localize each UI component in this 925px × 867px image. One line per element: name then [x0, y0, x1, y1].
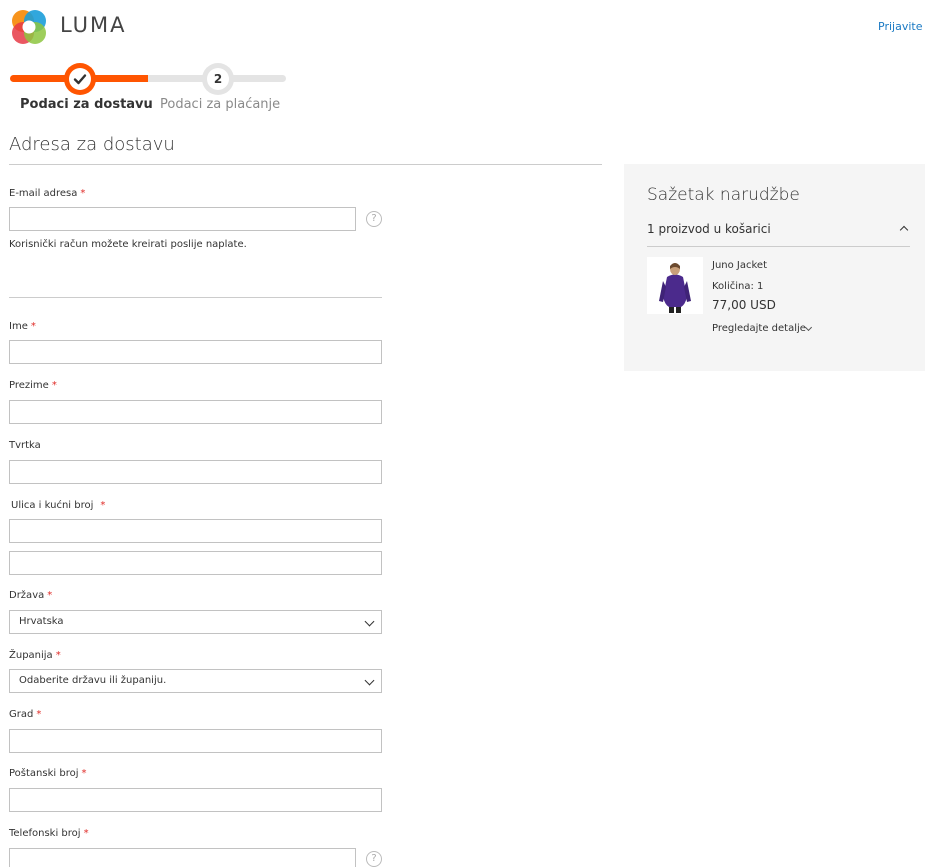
product-price: 77,00 USD [712, 298, 776, 312]
view-details-toggle[interactable]: Pregledajte detalje [712, 323, 806, 334]
required-marker: * [55, 650, 61, 661]
email-field[interactable] [9, 207, 356, 231]
step1-marker-inner [69, 68, 91, 90]
checkmark-icon [73, 74, 87, 85]
required-marker: * [36, 709, 42, 720]
phone-label: Telefonski broj * [9, 828, 89, 839]
country-label-text: Država [9, 590, 45, 601]
section-divider [9, 164, 602, 165]
required-marker: * [30, 321, 36, 332]
region-label: Županija * [9, 650, 61, 661]
shipping-address-title: Adresa za dostavu [9, 134, 175, 155]
required-marker: * [80, 188, 86, 199]
first-name-label-text: Ime [9, 321, 28, 332]
street-label: Ulica i kućni broj * [11, 500, 105, 511]
required-marker: * [47, 590, 53, 601]
country-select[interactable]: Hrvatska [9, 610, 382, 634]
email-note: Korisnički račun možete kreirati poslije… [9, 239, 247, 250]
luma-logo-text[interactable]: LUMA [60, 13, 127, 37]
help-icon[interactable]: ? [366, 211, 382, 227]
street-line1-field[interactable] [9, 519, 382, 543]
email-label-text: E-mail adresa [9, 188, 78, 199]
phone-label-text: Telefonski broj [9, 828, 81, 839]
postcode-field[interactable] [9, 788, 382, 812]
chevron-down-icon [364, 616, 375, 627]
company-field[interactable] [9, 460, 382, 484]
last-name-field[interactable] [9, 400, 382, 424]
region-select[interactable]: Odaberite državu ili županiju. [9, 669, 382, 693]
street-line2-field[interactable] [9, 551, 382, 575]
email-label: E-mail adresa * [9, 188, 85, 199]
chevron-down-icon [364, 675, 375, 686]
region-label-text: Županija [9, 650, 53, 661]
postcode-label: Poštanski broj * [9, 768, 86, 779]
summary-divider [647, 246, 910, 247]
required-marker: * [100, 500, 106, 511]
step2-number: 2 [207, 68, 229, 90]
step1-label: Podaci za dostavu [20, 97, 153, 112]
step2-label[interactable]: Podaci za plaćanje [160, 97, 280, 112]
required-marker: * [83, 828, 89, 839]
required-marker: * [51, 380, 57, 391]
last-name-label: Prezime * [9, 380, 57, 391]
product-quantity: Količina: 1 [712, 281, 764, 292]
required-marker: * [81, 768, 87, 779]
phone-field[interactable] [9, 848, 356, 867]
first-name-field[interactable] [9, 340, 382, 364]
city-field[interactable] [9, 729, 382, 753]
product-name: Juno Jacket [712, 260, 768, 271]
postcode-label-text: Poštanski broj [9, 768, 79, 779]
country-label: Država * [9, 590, 52, 601]
region-select-value: Odaberite državu ili županiju. [19, 675, 167, 686]
items-in-cart-toggle[interactable]: 1 proizvod u košarici [647, 222, 771, 236]
first-name-label: Ime * [9, 321, 36, 332]
last-name-label-text: Prezime [9, 380, 49, 391]
help-icon[interactable]: ? [366, 851, 382, 867]
luma-logo-icon[interactable] [10, 9, 48, 45]
order-summary-title: Sažetak narudžbe [647, 185, 800, 205]
sign-in-link[interactable]: Prijavite s [878, 20, 925, 33]
company-label: Tvrtka [9, 440, 41, 451]
email-divider [9, 297, 382, 298]
product-thumbnail [647, 257, 703, 314]
city-label: Grad * [9, 709, 41, 720]
city-label-text: Grad [9, 709, 34, 720]
country-select-value: Hrvatska [19, 616, 64, 627]
street-label-text: Ulica i kućni broj [11, 500, 94, 511]
